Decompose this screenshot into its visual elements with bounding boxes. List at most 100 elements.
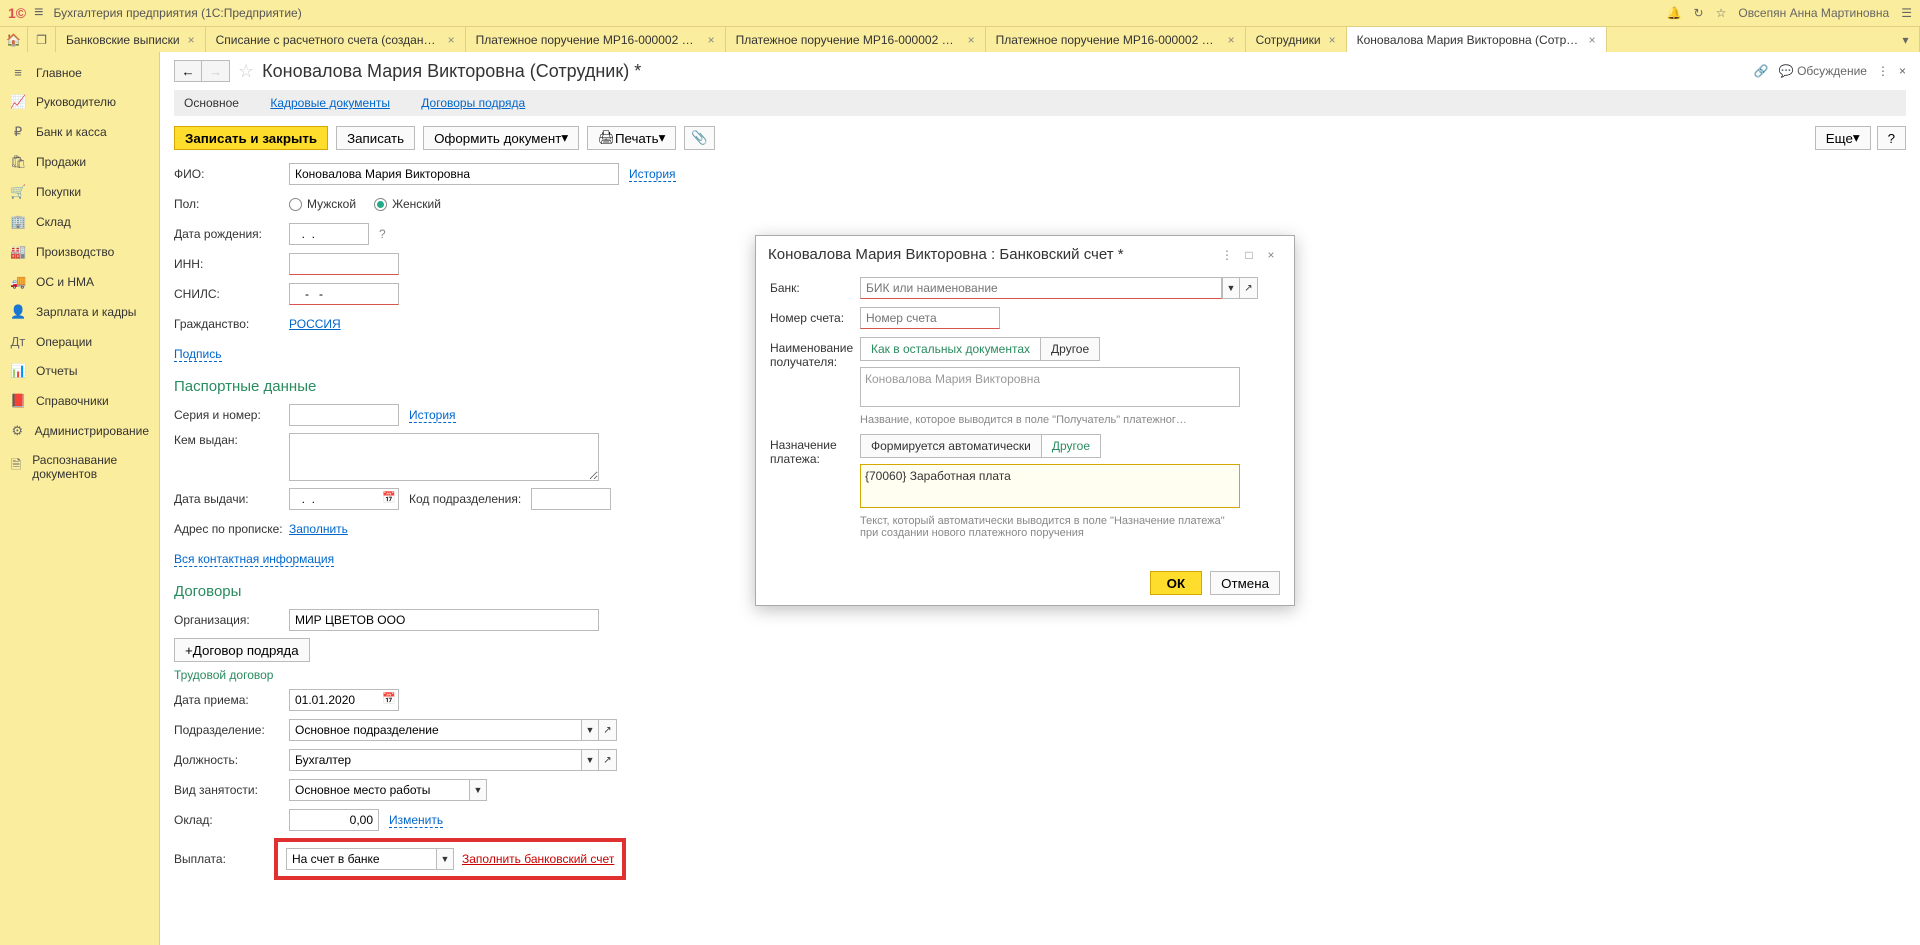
signature-link[interactable]: Подпись xyxy=(174,347,222,362)
dept-input[interactable] xyxy=(531,488,611,510)
sidebar-item-ocr[interactable]: 🗎Распознавание документов xyxy=(0,446,159,488)
toggle-auto[interactable]: Формируется автоматически xyxy=(861,435,1041,457)
home-button[interactable]: 🏠 xyxy=(0,27,28,52)
salary-input[interactable] xyxy=(289,809,379,831)
issued-input[interactable] xyxy=(289,433,599,481)
tab-2[interactable]: Платежное поручение МР16-000002 от 18...… xyxy=(466,27,726,52)
sidebar-item-reports[interactable]: 📊Отчеты xyxy=(0,356,159,386)
dob-hint[interactable]: ? xyxy=(379,227,386,241)
open-ext-icon[interactable]: ↗ xyxy=(1240,277,1258,299)
tab-6[interactable]: Коновалова Мария Викторовна (Сотрудни...… xyxy=(1347,27,1607,52)
subtab-hr[interactable]: Кадровые документы xyxy=(270,96,390,110)
dropdown-icon[interactable]: ▼ xyxy=(1222,277,1240,299)
form-doc-button[interactable]: Оформить документ ▾ xyxy=(423,126,579,150)
sidebar-item-sales[interactable]: 🛍Продажи xyxy=(0,147,159,177)
recipient-name-input[interactable]: Коновалова Мария Викторовна xyxy=(860,367,1240,407)
tab-0[interactable]: Банковские выписки× xyxy=(56,27,206,52)
snils-input[interactable] xyxy=(289,283,399,305)
radio-male[interactable]: Мужской xyxy=(289,197,356,211)
sidebar-item-production[interactable]: 🏭Производство xyxy=(0,237,159,267)
dropdown-icon[interactable]: ▼ xyxy=(469,779,487,801)
sidebar-item-operations[interactable]: ДтОперации xyxy=(0,327,159,356)
tab-3[interactable]: Платежное поручение МР16-000002 от 18...… xyxy=(726,27,986,52)
dialog-kebab-icon[interactable]: ⋮ xyxy=(1216,248,1238,262)
org-input[interactable] xyxy=(289,609,599,631)
emptype-input[interactable] xyxy=(289,779,469,801)
cancel-button[interactable]: Отмена xyxy=(1210,571,1280,595)
position-input[interactable] xyxy=(289,749,581,771)
user-name[interactable]: Овсепян Анна Мартиновна xyxy=(1738,6,1889,20)
issue-date-input[interactable] xyxy=(289,488,399,510)
more-button[interactable]: Еще ▾ xyxy=(1815,126,1871,150)
panel-toggle-icon[interactable]: ☰ xyxy=(1901,6,1912,20)
discuss-button[interactable]: 💬 Обсуждение xyxy=(1779,64,1867,78)
citizen-link[interactable]: РОССИЯ xyxy=(289,317,341,331)
close-icon[interactable]: × xyxy=(1228,33,1235,47)
subtab-main[interactable]: Основное xyxy=(184,96,239,110)
payment-select[interactable] xyxy=(286,848,436,870)
kebab-icon[interactable]: ⋮ xyxy=(1877,64,1889,78)
save-close-button[interactable]: Записать и закрыть xyxy=(174,126,328,150)
dob-input[interactable] xyxy=(289,223,369,245)
dialog-close-icon[interactable]: × xyxy=(1260,248,1282,262)
tab-4[interactable]: Платежное поручение МР16-000002 от 18...… xyxy=(986,27,1246,52)
toggle-other2[interactable]: Другое xyxy=(1041,435,1100,457)
close-icon[interactable]: × xyxy=(188,33,195,47)
bank-input[interactable] xyxy=(860,277,1222,299)
inn-input[interactable] xyxy=(289,253,399,275)
favorite-star-icon[interactable]: ☆ xyxy=(238,61,254,82)
tab-5[interactable]: Сотрудники× xyxy=(1246,27,1347,52)
sidebar-item-warehouse[interactable]: 🏢Склад xyxy=(0,207,159,237)
bell-icon[interactable]: 🔔 xyxy=(1667,6,1682,20)
forward-button[interactable]: → xyxy=(202,60,230,82)
attach-button[interactable]: 📎 xyxy=(684,126,715,150)
salary-change-link[interactable]: Изменить xyxy=(389,813,443,828)
tabbar-menu[interactable]: ▾ xyxy=(1892,27,1920,52)
account-input[interactable] xyxy=(860,307,1000,329)
tab-1[interactable]: Списание с расчетного счета (создание) *… xyxy=(206,27,466,52)
sidebar-item-manager[interactable]: 📈Руководителю xyxy=(0,87,159,117)
fill-bank-account-link[interactable]: Заполнить банковский счет xyxy=(462,852,614,866)
subtab-contracts[interactable]: Договоры подряда xyxy=(421,96,525,110)
sidebar-item-hr[interactable]: 👤Зарплата и кадры xyxy=(0,297,159,327)
close-icon[interactable]: × xyxy=(1329,33,1336,47)
print-button[interactable]: 🖨 Печать ▾ xyxy=(587,126,676,150)
series-input[interactable] xyxy=(289,404,399,426)
toggle-same[interactable]: Как в остальных документах xyxy=(861,338,1040,360)
fio-history-link[interactable]: История xyxy=(629,167,676,182)
sidebar-item-catalogs[interactable]: 📕Справочники xyxy=(0,386,159,416)
open-ext-icon[interactable]: ↗ xyxy=(599,749,617,771)
close-icon[interactable]: × xyxy=(708,33,715,47)
close-icon[interactable]: × xyxy=(448,33,455,47)
sidebar-item-purchases[interactable]: 🛒Покупки xyxy=(0,177,159,207)
dropdown-icon[interactable]: ▼ xyxy=(581,749,599,771)
all-contact-link[interactable]: Вся контактная информация xyxy=(174,552,334,567)
back-button[interactable]: ← xyxy=(174,60,202,82)
sidebar-item-main[interactable]: ≡Главное xyxy=(0,58,159,87)
purpose-input[interactable]: {70060} Заработная плата xyxy=(860,464,1240,508)
series-history-link[interactable]: История xyxy=(409,408,456,423)
ok-button[interactable]: ОК xyxy=(1150,571,1203,595)
windows-button[interactable]: ❐ xyxy=(28,27,56,52)
dropdown-icon[interactable]: ▼ xyxy=(436,848,454,870)
close-icon[interactable]: × xyxy=(968,33,975,47)
radio-female[interactable]: Женский xyxy=(374,197,441,211)
open-ext-icon[interactable]: ↗ xyxy=(599,719,617,741)
add-contract-button[interactable]: + Договор подряда xyxy=(174,638,310,662)
hamburger-icon[interactable]: ≡ xyxy=(34,4,43,22)
toggle-other[interactable]: Другое xyxy=(1040,338,1099,360)
dropdown-icon[interactable]: ▼ xyxy=(581,719,599,741)
sidebar-item-assets[interactable]: 🚚ОС и НМА xyxy=(0,267,159,297)
sidebar-item-bank[interactable]: ₽Банк и касса xyxy=(0,117,159,147)
address-fill-link[interactable]: Заполнить xyxy=(289,522,348,536)
dialog-maximize-icon[interactable]: □ xyxy=(1238,248,1260,262)
link-icon[interactable]: 🔗 xyxy=(1754,64,1769,78)
hire-date-input[interactable] xyxy=(289,689,399,711)
star-icon[interactable]: ☆ xyxy=(1716,6,1727,20)
sidebar-item-admin[interactable]: ⚙Администрирование xyxy=(0,416,159,446)
history-icon[interactable]: ↻ xyxy=(1694,6,1704,20)
help-button[interactable]: ? xyxy=(1877,126,1906,150)
save-button[interactable]: Записать xyxy=(336,126,415,150)
close-icon[interactable]: × xyxy=(1589,33,1596,47)
fio-input[interactable] xyxy=(289,163,619,185)
